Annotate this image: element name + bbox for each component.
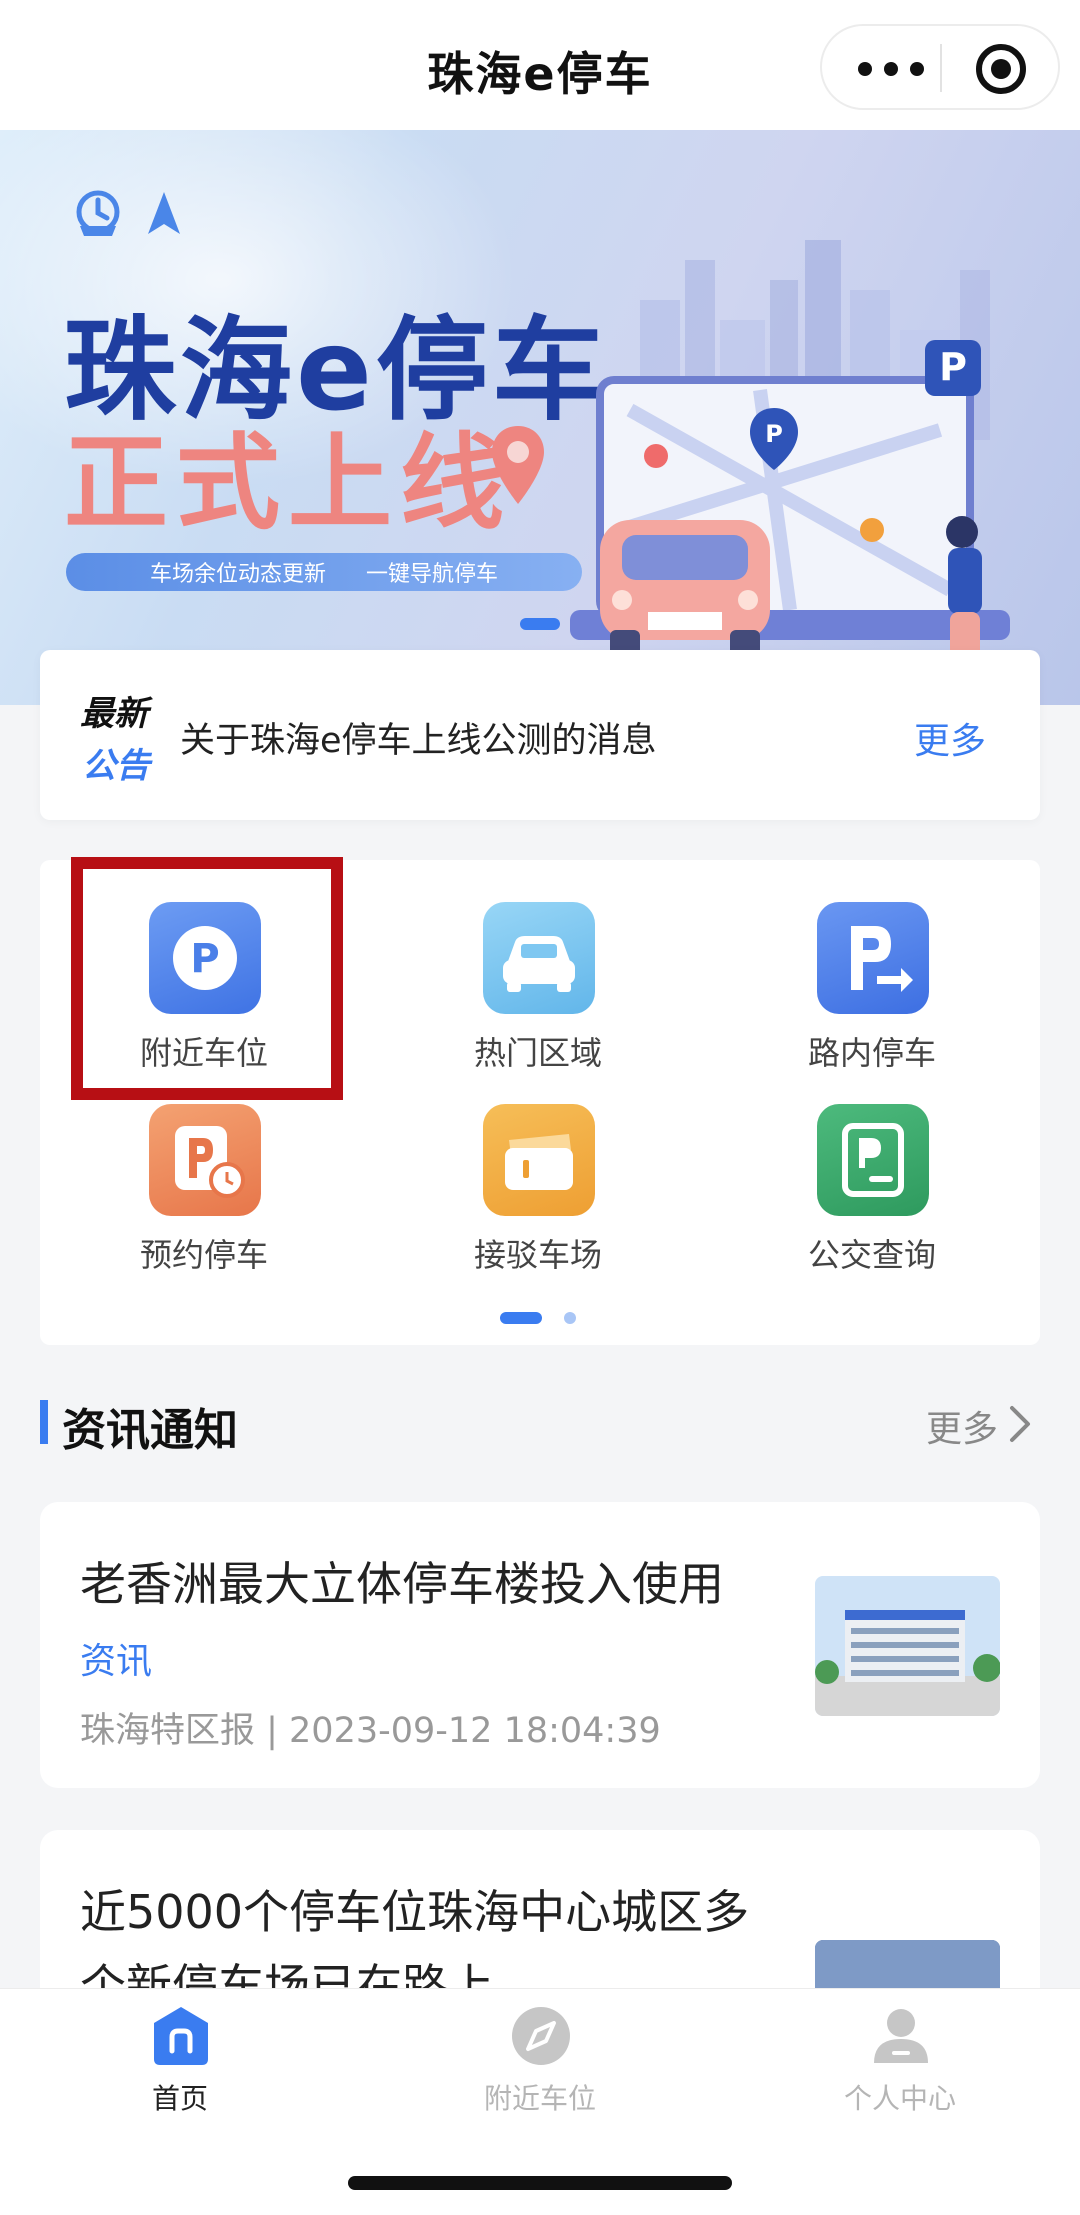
menu-item-shuttle-lots[interactable]: 接驳车场	[428, 1104, 648, 1294]
compass-icon	[512, 2007, 570, 2065]
capsule-divider	[940, 44, 942, 92]
close-mini-program-icon[interactable]	[976, 44, 1026, 94]
announcement-more-link[interactable]: 更多	[914, 712, 986, 764]
banner-subtitle: 正式上线	[64, 422, 513, 544]
nav-bar: 珠海e停车	[0, 0, 1080, 130]
home-indicator	[348, 2176, 732, 2190]
tab-nearby-parking[interactable]: 附近车位	[440, 2005, 640, 2125]
ticket-icon	[483, 1104, 595, 1216]
tab-label: 附近车位	[483, 2082, 596, 2115]
news-title-line1[interactable]: 近5000个停车位珠海中心城区多	[80, 1876, 749, 1942]
menu-label: 公交查询	[807, 1236, 936, 1274]
news-thumbnail[interactable]	[815, 1576, 1000, 1716]
banner-feature-right: 一键导航停车	[366, 562, 499, 587]
parking-illustration: P P	[570, 240, 1010, 672]
mini-program-capsule	[820, 24, 1060, 110]
news-card[interactable]: 老香洲最大立体停车楼投入使用 资讯 珠海特区报 | 2023-09-12 18:…	[40, 1502, 1040, 1788]
parking-arrow-icon	[817, 902, 929, 1014]
news-meta: 珠海特区报 | 2023-09-12 18:04:39	[80, 1711, 661, 1751]
banner-feature-left: 车场余位动态更新	[149, 562, 326, 587]
tab-label: 首页	[151, 2082, 208, 2115]
menu-label: 热门区域	[473, 1034, 602, 1072]
tab-label: 个人中心	[843, 2082, 956, 2115]
car-icon	[483, 902, 595, 1014]
menu-item-reserve-parking[interactable]: 预约停车	[94, 1104, 314, 1294]
announcement-tag-latest: 最新	[80, 694, 148, 734]
news-title[interactable]: 老香洲最大立体停车楼投入使用	[80, 1548, 724, 1614]
announcement-bar[interactable]: 最新 公告 关于珠海e停车上线公测的消息 更多	[40, 650, 1040, 820]
parking-clock-icon	[149, 1104, 261, 1216]
menu-label: 预约停车	[139, 1236, 268, 1274]
menu-page-indicator	[500, 1312, 576, 1324]
svg-text:P: P	[765, 420, 783, 448]
location-pin-icon	[492, 426, 544, 504]
news-more-link[interactable]: 更多	[926, 1400, 998, 1452]
bus-card-icon	[817, 1104, 929, 1216]
banner-carousel-indicator	[520, 618, 560, 630]
promo-banner[interactable]: 珠海e停车 正式上线 车场余位动态更新 一键导航停车 P P	[0, 130, 1080, 705]
history-location-icon	[76, 190, 180, 236]
chevron-right-icon[interactable]	[1006, 1404, 1034, 1444]
home-icon	[154, 2007, 208, 2065]
announcement-tag-notice: 公告	[82, 746, 150, 786]
tab-profile[interactable]: 个人中心	[800, 2005, 1000, 2125]
menu-label: 接驳车场	[473, 1236, 602, 1274]
banner-feature-pill: 车场余位动态更新 一键导航停车	[66, 553, 582, 591]
news-category: 资讯	[80, 1641, 153, 1682]
tab-home[interactable]: 首页	[80, 2005, 280, 2125]
news-section-title: 资讯通知	[62, 1405, 238, 1456]
announcement-text[interactable]: 关于珠海e停车上线公测的消息	[180, 712, 657, 763]
menu-label: 路内停车	[807, 1034, 936, 1072]
svg-text:P: P	[939, 345, 967, 389]
more-options-icon[interactable]	[858, 50, 928, 86]
menu-item-hot-areas[interactable]: 热门区域	[428, 902, 648, 1092]
user-icon	[874, 2009, 928, 2063]
menu-item-bus-query[interactable]: 公交查询	[762, 1104, 982, 1294]
highlight-annotation-box	[71, 857, 343, 1100]
menu-item-street-parking[interactable]: 路内停车	[762, 902, 982, 1092]
section-accent-bar	[40, 1400, 48, 1444]
